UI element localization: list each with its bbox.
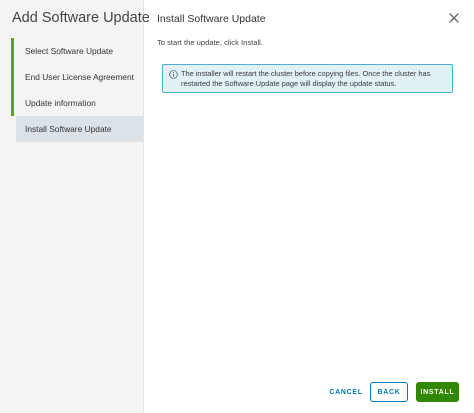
page-title: Install Software Update bbox=[157, 13, 266, 25]
info-circle-icon bbox=[169, 70, 178, 79]
cancel-button[interactable]: CANCEL bbox=[326, 382, 366, 402]
wizard-sidebar: Add Software Update Select Software Upda… bbox=[0, 0, 150, 413]
step-update-information[interactable]: Update information bbox=[11, 90, 143, 116]
step-install-software-update[interactable]: Install Software Update bbox=[16, 116, 143, 142]
step-select-software-update[interactable]: Select Software Update bbox=[11, 38, 143, 64]
alert-message: The installer will restart the cluster b… bbox=[181, 69, 431, 88]
step-end-user-license-agreement[interactable]: End User License Agreement bbox=[11, 64, 143, 90]
install-button[interactable]: INSTALL bbox=[416, 382, 459, 402]
wizard-title: Add Software Update bbox=[12, 10, 150, 26]
wizard-content: Install Software Update To start the upd… bbox=[145, 0, 474, 413]
intro-text: To start the update, click Install. bbox=[157, 38, 263, 47]
close-icon[interactable] bbox=[447, 11, 461, 25]
wizard-steps: Select Software Update End User License … bbox=[11, 38, 143, 142]
info-alert: The installer will restart the cluster b… bbox=[162, 64, 453, 93]
wizard-footer: CANCEL BACK INSTALL bbox=[326, 382, 459, 402]
back-button[interactable]: BACK bbox=[370, 382, 408, 402]
